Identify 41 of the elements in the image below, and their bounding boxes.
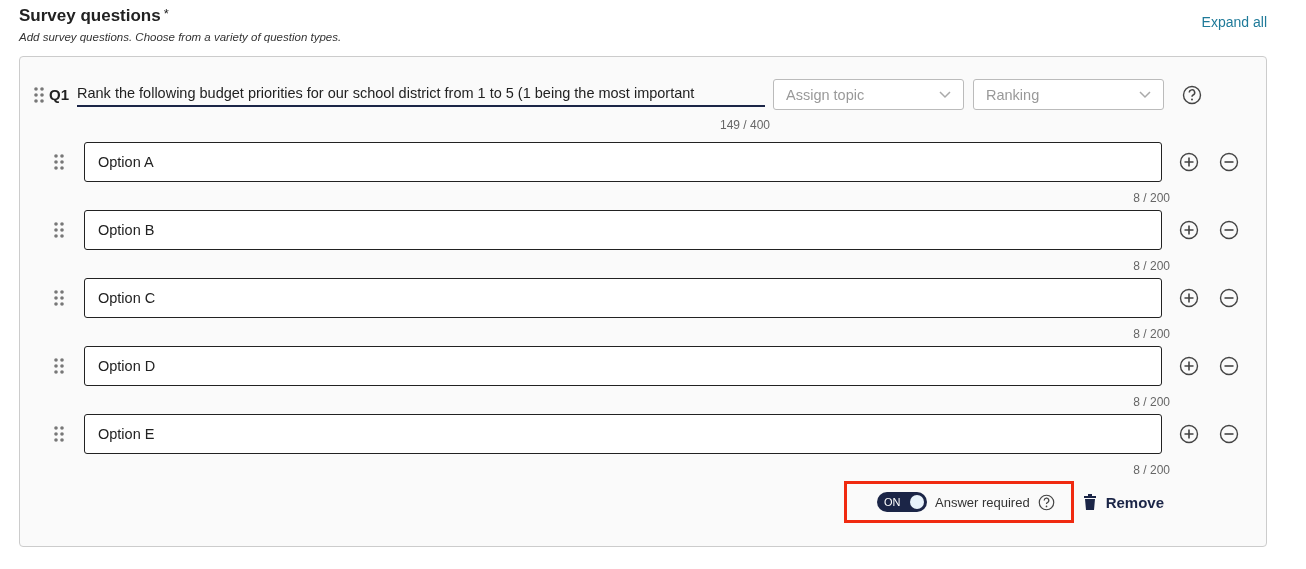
character-counter: 8 / 200 [1132, 191, 1170, 205]
remove-button[interactable]: Remove [1077, 492, 1170, 512]
answer-required-toggle[interactable]: ON [877, 492, 927, 512]
option-field[interactable]: Option E [84, 414, 1162, 454]
section-description: Add survey questions. Choose from a variety of question types. [19, 31, 342, 43]
character-counter: 8 / 200 [1132, 259, 1170, 273]
drag-handle-icon[interactable] [54, 290, 64, 306]
character-counter: 8 / 200 [1132, 327, 1170, 341]
remove-icon [1219, 356, 1239, 376]
section-title: Survey questions [19, 6, 161, 25]
remove-icon [1219, 424, 1239, 444]
help-icon[interactable] [1182, 84, 1202, 105]
add-icon [1179, 220, 1199, 240]
character-counter: 8 / 200 [1132, 395, 1170, 409]
chevron-down-icon [939, 90, 951, 99]
option-field[interactable]: Option A [84, 142, 1162, 182]
remove-icon [1219, 288, 1239, 308]
character-counter: 149 / 400 [718, 118, 770, 132]
remove-icon [1219, 220, 1239, 240]
add-icon [1179, 356, 1199, 376]
option-field[interactable]: Option B [84, 210, 1162, 250]
answer-required-label: Answer required [935, 494, 1030, 510]
add-icon [1179, 288, 1199, 308]
trash-icon [1083, 494, 1096, 510]
character-counter: 8 / 200 [1132, 463, 1170, 477]
drag-handle-icon[interactable] [54, 426, 64, 442]
option-field[interactable]: Option C [84, 278, 1162, 318]
option-field[interactable]: Option D [84, 346, 1162, 386]
drag-handle-icon[interactable] [54, 154, 64, 170]
chevron-down-icon [1139, 90, 1151, 99]
question-text-field[interactable]: Rank the following budget priorities for our school district from 1 to 5 (1 being the most important [77, 82, 765, 107]
help-icon[interactable] [1037, 493, 1055, 511]
question-number: Q1 [49, 86, 69, 103]
expand-all-link[interactable]: Expand all [1201, 14, 1267, 30]
add-icon [1179, 152, 1199, 172]
remove-icon [1219, 152, 1239, 172]
add-icon [1179, 424, 1199, 444]
required-mark: * [163, 6, 169, 21]
drag-handle-icon[interactable] [54, 358, 64, 374]
drag-handle-icon[interactable] [54, 222, 64, 238]
drag-handle-icon[interactable] [34, 86, 44, 103]
